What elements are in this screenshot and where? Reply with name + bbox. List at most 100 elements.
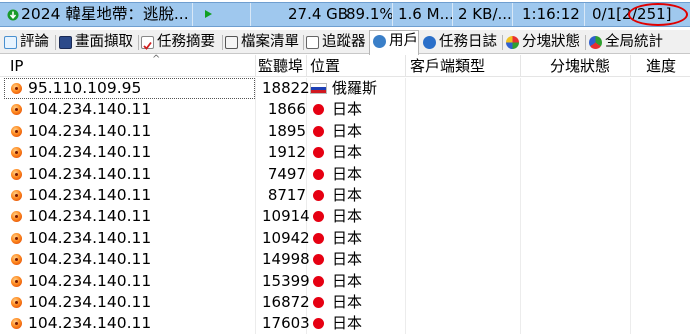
highlight-ring: [628, 3, 688, 26]
column-divider: [192, 3, 193, 26]
table-row[interactable]: 104.234.140.11 10942 日本: [0, 228, 690, 249]
peer-location: 日本: [332, 121, 363, 140]
russia-flag-icon: [310, 83, 327, 94]
peer-icon: [11, 254, 22, 266]
peer-ip: 104.234.140.11: [28, 293, 152, 311]
japan-flag-icon: [313, 232, 324, 244]
japan-flag-icon: [313, 254, 324, 266]
peer-location: 日本: [332, 228, 363, 247]
sort-ascending-icon: ^: [152, 54, 161, 65]
japan-flag-icon: [313, 211, 324, 223]
peer-icon: [11, 190, 22, 201]
peer-ip: 104.234.140.11: [28, 271, 152, 290]
peer-list-header: IP ^ 監聽埠 位置 客戶端類型 分塊狀態 進度: [0, 54, 690, 77]
peer-icon: [11, 168, 22, 180]
peer-ip: 104.234.140.11: [28, 250, 152, 269]
peer-icon: [11, 104, 22, 116]
peer-ip: 104.234.140.11: [28, 164, 152, 183]
peer-location: 日本: [332, 271, 363, 290]
peer-icon: [11, 275, 22, 287]
table-row[interactable]: 104.234.140.11 10914 日本: [0, 206, 690, 227]
comment-icon: [4, 36, 17, 49]
task-summary-icon: [141, 36, 154, 50]
japan-flag-icon: [313, 125, 324, 137]
column-divider: [250, 3, 251, 26]
task-time-left: 1:16:12: [522, 5, 580, 23]
task-row[interactable]: 2024 韓星地帶：逃脫... 27.4 GB 89.1% 1.6 M... 2…: [0, 2, 690, 27]
peer-port: 8717: [267, 186, 306, 204]
column-header-progress[interactable]: 進度: [646, 55, 676, 77]
column-divider: [392, 3, 393, 26]
table-row[interactable]: 104.234.140.11 17603 日本: [0, 313, 690, 334]
peer-location: 日本: [332, 164, 363, 183]
japan-flag-icon: [313, 147, 324, 159]
peer-icon: [11, 232, 22, 244]
table-row[interactable]: 104.234.140.11 1895 日本: [0, 121, 690, 142]
column-header-client[interactable]: 客戶端類型: [410, 55, 485, 77]
piece-status-icon: [506, 36, 519, 49]
column-divider: [512, 3, 513, 26]
users-icon: [373, 35, 386, 48]
task-progress: 89.1%: [346, 5, 394, 23]
peer-location: 日本: [332, 100, 363, 119]
japan-flag-icon: [313, 318, 324, 330]
peer-port: 10942: [262, 228, 310, 247]
task-speed: 2 KB/...: [458, 5, 512, 23]
table-row[interactable]: 104.234.140.11 8717 日本: [0, 185, 690, 206]
table-row[interactable]: 95.110.109.95 18822 俄羅斯: [0, 78, 690, 99]
peer-port: 1895: [267, 121, 306, 140]
peer-ip: 95.110.109.95: [28, 79, 142, 97]
peer-port: 1912: [267, 143, 306, 162]
task-size: 27.4 GB: [288, 5, 349, 23]
peer-icon: [11, 147, 22, 159]
table-row[interactable]: 104.234.140.11 1866 日本: [0, 99, 690, 120]
info-icon: [423, 36, 436, 49]
peer-icon: [11, 318, 22, 330]
screenshot-icon: [59, 36, 72, 49]
table-row[interactable]: 104.234.140.11 7497 日本: [0, 164, 690, 185]
peer-port: 15399: [262, 271, 310, 290]
column-header-location[interactable]: 位置: [310, 55, 340, 77]
peer-ip: 104.234.140.11: [28, 186, 152, 204]
peer-location: 日本: [332, 293, 363, 311]
peer-icon: [11, 83, 22, 94]
japan-flag-icon: [313, 104, 324, 116]
peer-port: 18822: [262, 79, 310, 97]
table-row[interactable]: 104.234.140.11 1912 日本: [0, 142, 690, 163]
column-header-ip[interactable]: IP: [10, 55, 23, 77]
peer-list: 95.110.109.95 18822 俄羅斯 104.234.140.11 1…: [0, 78, 690, 334]
peer-location: 日本: [332, 250, 363, 269]
peer-port: 1866: [267, 100, 306, 119]
peer-ip: 104.234.140.11: [28, 100, 152, 119]
peer-port: 16872: [262, 293, 310, 311]
peer-ip: 104.234.140.11: [28, 121, 152, 140]
peer-port: 17603: [262, 314, 310, 333]
peer-icon: [11, 125, 22, 137]
column-divider: [452, 3, 453, 26]
peer-ip: 104.234.140.11: [28, 314, 152, 333]
peer-ip: 104.234.140.11: [28, 143, 152, 162]
tab-users[interactable]: 用戶: [369, 30, 419, 55]
peer-location: 日本: [332, 314, 363, 333]
peer-location: 日本: [332, 207, 363, 226]
column-header-port[interactable]: 監聽埠: [258, 55, 303, 77]
japan-flag-icon: [313, 275, 324, 287]
detail-tab-bar: 評論 畫面擷取 任務摘要 檔案清單 追蹤器 用戶 任務日誌 分塊狀態 全局統計: [0, 30, 690, 55]
japan-flag-icon: [313, 297, 324, 308]
file-list-icon: [225, 36, 238, 49]
task-sources: 0/1[2: [592, 5, 632, 23]
peer-icon: [11, 297, 22, 308]
peer-location: 日本: [332, 143, 363, 162]
column-header-pieces[interactable]: 分塊狀態: [550, 55, 610, 77]
task-transferred: 1.6 M...: [398, 5, 454, 23]
peer-port: 7497: [267, 164, 306, 183]
japan-flag-icon: [313, 168, 324, 180]
table-row[interactable]: 104.234.140.11 15399 日本: [0, 271, 690, 292]
column-divider: [584, 3, 585, 26]
table-row[interactable]: 104.234.140.11 14998 日本: [0, 249, 690, 270]
table-row[interactable]: 104.234.140.11 16872 日本: [0, 292, 690, 313]
play-icon[interactable]: [205, 10, 212, 18]
peer-port: 14998: [262, 250, 310, 269]
tracker-icon: [306, 36, 319, 49]
download-arrow-icon: [7, 9, 19, 21]
